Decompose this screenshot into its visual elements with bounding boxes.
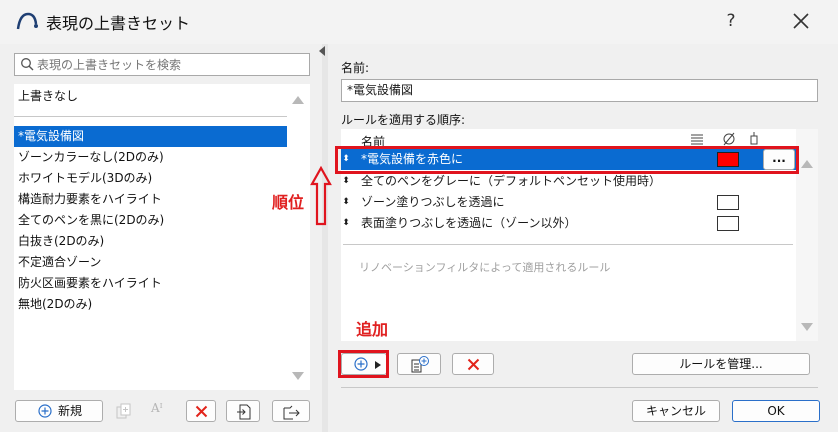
cancel-button[interactable]: キャンセル: [632, 400, 720, 422]
list-item[interactable]: 無地(2Dのみ): [14, 294, 287, 315]
list-item[interactable]: 白抜き(2Dのみ): [14, 231, 287, 252]
delete-button[interactable]: [186, 400, 216, 422]
ok-button[interactable]: OK: [732, 400, 820, 422]
list-divider: [14, 116, 287, 117]
annotation-order: 順位: [272, 193, 305, 212]
rule-row[interactable]: ⬍ 表面塗りつぶしを透過に（ゾーン以外）: [341, 213, 796, 234]
rule-list-add-icon: [411, 356, 429, 373]
scroll-up-icon[interactable]: [292, 96, 304, 104]
rule-row[interactable]: ⬍ 全てのペンをグレーに（デフォルトペンセット使用時）: [341, 171, 796, 192]
delete-x-icon: [467, 358, 480, 371]
delete-x-icon: [195, 405, 208, 418]
list-item[interactable]: 上書きなし: [14, 86, 287, 107]
export-icon: [283, 405, 300, 420]
rules-scroll-up-icon[interactable]: [801, 160, 813, 168]
app-logo-icon: [16, 12, 38, 30]
rule-row[interactable]: ⬍ ゾーン塗りつぶしを透過に: [341, 192, 796, 213]
scroll-down-icon[interactable]: [292, 372, 304, 380]
import-button[interactable]: [226, 400, 260, 422]
drag-handle-icon[interactable]: ⬍: [342, 213, 350, 234]
color-swatch[interactable]: [717, 195, 739, 210]
drag-handle-icon[interactable]: ⬍: [342, 171, 350, 192]
manage-rules-button[interactable]: ルールを管理...: [632, 353, 810, 375]
rule-label: 表面塗りつぶしを透過に（ゾーン以外）: [361, 216, 577, 230]
drag-handle-icon[interactable]: ⬍: [342, 192, 350, 213]
add-from-list-button[interactable]: [397, 353, 441, 375]
list-item[interactable]: 防火区画要素をハイライト: [14, 273, 287, 294]
rules-scroll-down-icon[interactable]: [801, 323, 813, 331]
search-input[interactable]: [37, 55, 305, 74]
window-title: 表現の上書きセット: [46, 14, 191, 33]
rule-label: 全てのペンをグレーに（デフォルトペンセット使用時）: [361, 174, 662, 188]
rename-icon[interactable]: Aᴵ: [151, 401, 175, 421]
export-button[interactable]: [272, 400, 310, 422]
up-arrow-annotation-icon: [310, 165, 332, 226]
pen-icon: [750, 132, 758, 145]
footer-divider: [341, 387, 818, 388]
list-item[interactable]: ホワイトモデル(3Dのみ): [14, 168, 287, 189]
import-icon: [237, 404, 251, 420]
list-item[interactable]: 構造耐力要素をハイライト: [14, 189, 287, 210]
annotation-add: 追加: [356, 320, 389, 339]
rules-divider: [343, 244, 793, 245]
preset-list-scrollbar[interactable]: [287, 84, 310, 390]
plus-circle-icon: [38, 404, 52, 418]
list-item[interactable]: 全てのペンを黒に(2Dのみ): [14, 210, 287, 231]
remove-rule-button[interactable]: [452, 353, 494, 375]
list-item[interactable]: *電気設備図: [14, 126, 287, 147]
rule-label: ゾーン塗りつぶしを透過に: [361, 195, 505, 209]
duplicate-icon[interactable]: [115, 402, 133, 420]
collapse-left-icon[interactable]: [319, 46, 325, 56]
rules-order-label: ルールを適用する順序:: [341, 113, 466, 127]
name-field[interactable]: *電気設備図: [341, 79, 818, 102]
list-item[interactable]: 不定適合ゾーン: [14, 252, 287, 273]
search-icon: [21, 58, 34, 71]
new-button-label: 新規: [58, 404, 83, 418]
no-fill-icon: [723, 132, 735, 146]
list-item[interactable]: ゾーンカラーなし(2Dのみ): [14, 147, 287, 168]
panel-splitter[interactable]: [322, 44, 328, 432]
highlight-box-selected-rule: [335, 146, 799, 174]
name-label: 名前:: [341, 61, 370, 75]
color-swatch[interactable]: [717, 216, 739, 231]
renovation-hint: リノベーションフィルタによって適用されるルール: [359, 261, 611, 274]
layers-icon: [691, 134, 703, 145]
highlight-box-add: [338, 350, 389, 378]
close-icon[interactable]: [786, 6, 816, 36]
new-button[interactable]: 新規: [15, 400, 103, 422]
help-button[interactable]: ?: [716, 6, 746, 36]
